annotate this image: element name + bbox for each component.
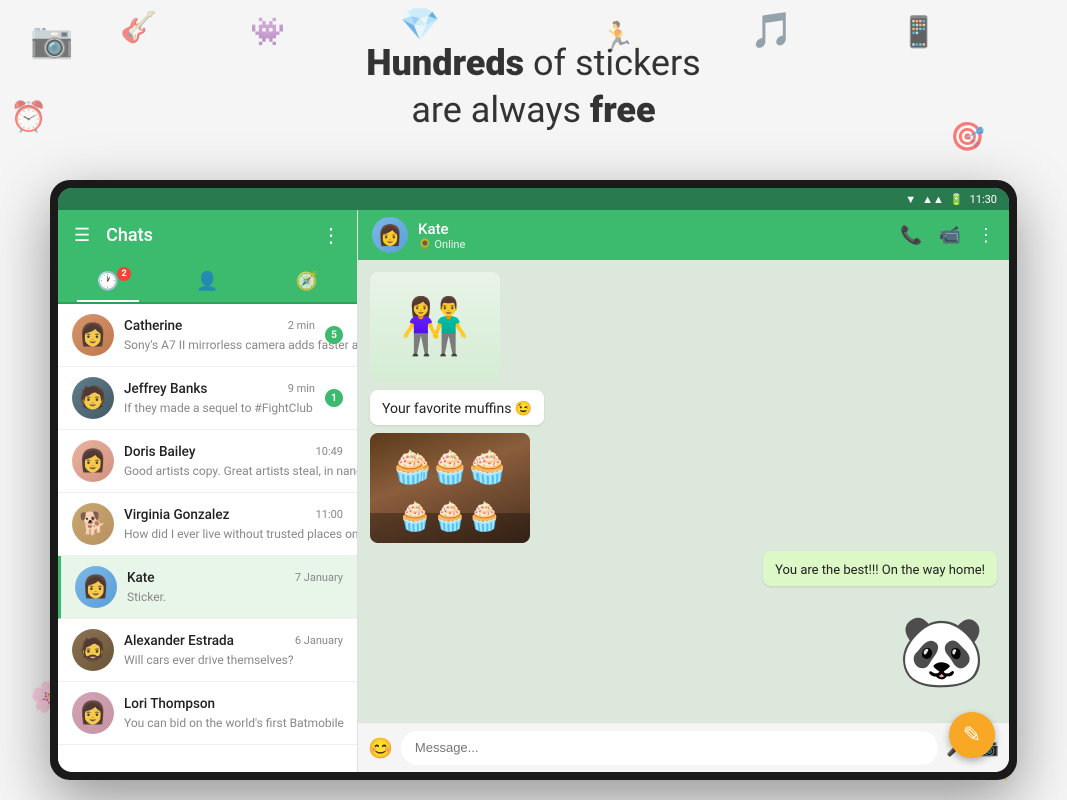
chats-badge: 2 (117, 267, 131, 281)
message-image-incoming: 🧁🧁🧁 🧁🧁🧁 (370, 433, 530, 543)
wifi-icon: ▼ (905, 193, 916, 206)
message-input[interactable] (401, 731, 938, 765)
chat-list-panel: ☰ Chats ⋮ 🕐 2 👤 🧭 (58, 210, 358, 772)
avatar: 🧔 (72, 629, 114, 671)
sticker-couple: 👫 (370, 272, 500, 382)
unread-badge: 1 (325, 389, 343, 407)
list-item[interactable]: 👩 Catherine 2 min Sony's A7 II mirrorles… (58, 304, 357, 367)
more-options-icon[interactable]: ⋮ (321, 223, 341, 247)
list-item[interactable]: 🧔 Alexander Estrada 6 January Will cars … (58, 619, 357, 682)
tab-chats[interactable]: 🕐 2 (77, 263, 139, 300)
header-actions: 📞 📹 ⋮ (900, 225, 995, 246)
list-item[interactable]: 🐕 Virginia Gonzalez 11:00 How did I ever… (58, 493, 357, 556)
tablet-device: ▼ ▲▲ 🔋 11:30 ☰ Chats ⋮ � (50, 180, 1017, 780)
contact-name: Kate (418, 220, 890, 238)
avatar: 👩 (75, 566, 117, 608)
message-sticker-incoming: 👫 (370, 272, 500, 382)
list-item[interactable]: 👩 Kate 7 January Sticker. (58, 556, 357, 619)
chat-info: Alexander Estrada 6 January Will cars ev… (124, 633, 343, 668)
recent-chats-icon: 🕐 (97, 271, 119, 292)
contact-info: Kate 🌻 Online (418, 220, 890, 251)
contact-avatar: 👩 (372, 217, 408, 253)
header-line2-regular: are always (411, 89, 590, 131)
messages-area: 👫 Your favorite muffins 😉 🧁🧁🧁 🧁🧁🧁 (358, 260, 1009, 722)
chat-info: Lori Thompson You can bid on the world's… (124, 696, 343, 731)
muffins-image: 🧁🧁🧁 🧁🧁🧁 (370, 433, 530, 543)
video-call-icon[interactable]: 📹 (939, 225, 961, 246)
chat-info: Kate 7 January Sticker. (127, 570, 343, 605)
tab-bar: 🕐 2 👤 🧭 (58, 260, 357, 304)
call-icon[interactable]: 📞 (900, 225, 922, 246)
tab-contacts[interactable]: 👤 (176, 263, 238, 300)
tab-discover[interactable]: 🧭 (276, 263, 338, 300)
chat-list-header: ☰ Chats ⋮ (58, 210, 357, 260)
avatar: 🐕 (72, 503, 114, 545)
list-item[interactable]: 🧑 Jeffrey Banks 9 min If they made a seq… (58, 367, 357, 430)
discover-icon: 🧭 (296, 271, 318, 292)
chat-window-header: 👩 Kate 🌻 Online 📞 📹 ⋮ (358, 210, 1009, 260)
header-line1-bold: Hundreds (366, 42, 524, 84)
chat-info: Jeffrey Banks 9 min If they made a seque… (124, 381, 315, 416)
chat-list-title: Chats (106, 225, 153, 246)
app-content: ☰ Chats ⋮ 🕐 2 👤 🧭 (58, 210, 1009, 772)
time-display: 11:30 (970, 193, 997, 206)
contact-status: 🌻 Online (418, 238, 890, 251)
chat-info: Virginia Gonzalez 11:00 How did I ever l… (124, 507, 343, 542)
unread-badge: 5 (325, 326, 343, 344)
avatar: 👩 (72, 314, 114, 356)
status-bar: ▼ ▲▲ 🔋 11:30 (58, 188, 1009, 210)
more-options-icon[interactable]: ⋮ (977, 225, 995, 246)
header-text: Hundreds of stickers are always free (0, 40, 1067, 134)
chat-window: 👩 Kate 🌻 Online 📞 📹 ⋮ (358, 210, 1009, 772)
battery-icon: 🔋 (950, 193, 964, 206)
avatar: 👩 (72, 692, 114, 734)
chat-info: Catherine 2 min Sony's A7 II mirrorless … (124, 318, 315, 353)
chat-list: 👩 Catherine 2 min Sony's A7 II mirrorles… (58, 304, 357, 772)
tablet-screen: ▼ ▲▲ 🔋 11:30 ☰ Chats ⋮ � (58, 188, 1009, 772)
message-text-outgoing: You are the best!!! On the way home! (763, 551, 997, 586)
menu-icon[interactable]: ☰ (74, 225, 90, 246)
list-item[interactable]: 👩 Lori Thompson You can bid on the world… (58, 682, 357, 745)
avatar: 🧑 (72, 377, 114, 419)
contacts-icon: 👤 (196, 271, 218, 292)
header-line2-bold: free (590, 89, 656, 131)
chat-info: Doris Bailey 10:49 Good artists copy. Gr… (124, 444, 343, 479)
compose-button[interactable]: ✎ (949, 712, 995, 758)
message-input-bar: 😊 🎤 📷 (358, 722, 1009, 772)
message-text-incoming: Your favorite muffins 😉 (370, 390, 544, 425)
emoji-button[interactable]: 😊 (368, 736, 393, 760)
message-sticker-outgoing: 🐼 (887, 594, 997, 710)
avatar: 👩 (72, 440, 114, 482)
signal-icon: ▲▲ (922, 193, 944, 206)
list-item[interactable]: 👩 Doris Bailey 10:49 Good artists copy. … (58, 430, 357, 493)
